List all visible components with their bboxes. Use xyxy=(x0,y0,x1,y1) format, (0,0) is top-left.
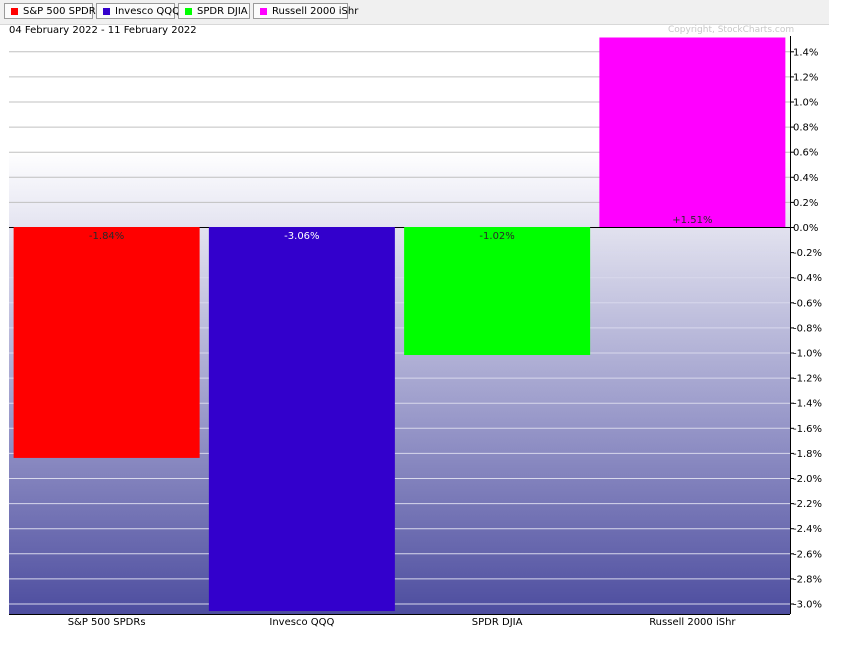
y-tick-label: -3.0% xyxy=(793,600,822,611)
y-tick-label: -2.2% xyxy=(793,499,822,510)
bar xyxy=(208,227,395,612)
x-category-label: SPDR DJIA xyxy=(472,617,523,628)
y-tick-label: -1.4% xyxy=(793,399,822,410)
bar-value-label: -1.02% xyxy=(479,231,514,242)
y-tick-label: 0.0% xyxy=(793,223,818,234)
x-category-label: S&P 500 SPDRs xyxy=(68,617,146,628)
y-tick-label: 1.4% xyxy=(793,47,818,58)
y-tick-label: -0.6% xyxy=(793,298,822,309)
y-tick-label: -2.4% xyxy=(793,524,822,535)
y-tick-label: 1.2% xyxy=(793,72,818,83)
bar xyxy=(404,227,591,356)
y-tick-label: 0.6% xyxy=(793,148,818,159)
y-tick-label: -1.0% xyxy=(793,349,822,360)
y-tick-label: -1.8% xyxy=(793,449,822,460)
y-tick-label: -0.8% xyxy=(793,323,822,334)
bar-value-label: -1.84% xyxy=(89,231,124,242)
y-tick-label: 0.2% xyxy=(793,198,818,209)
bar xyxy=(13,227,200,458)
x-category-label: Invesco QQQ xyxy=(269,617,334,628)
bar-value-label: +1.51% xyxy=(672,215,712,226)
y-tick-label: -2.6% xyxy=(793,549,822,560)
y-tick-label: 0.8% xyxy=(793,123,818,134)
x-category-label: Russell 2000 iShr xyxy=(649,617,736,628)
y-tick-label: 1.0% xyxy=(793,98,818,109)
y-tick-label: 0.4% xyxy=(793,173,818,184)
y-tick-label: -0.2% xyxy=(793,248,822,259)
y-tick-label: -2.8% xyxy=(793,574,822,585)
y-tick-label: -1.2% xyxy=(793,374,822,385)
bar-value-label: -3.06% xyxy=(284,231,319,242)
y-tick-label: -0.4% xyxy=(793,273,822,284)
performance-chart: -1.84% -3.06% -1.02% +1.51% 1.4% 1.2% 1.0% 0.8… xyxy=(9,36,822,628)
bar xyxy=(599,37,786,228)
y-tick-label: -1.6% xyxy=(793,424,822,435)
y-tick-label: -2.0% xyxy=(793,474,822,485)
